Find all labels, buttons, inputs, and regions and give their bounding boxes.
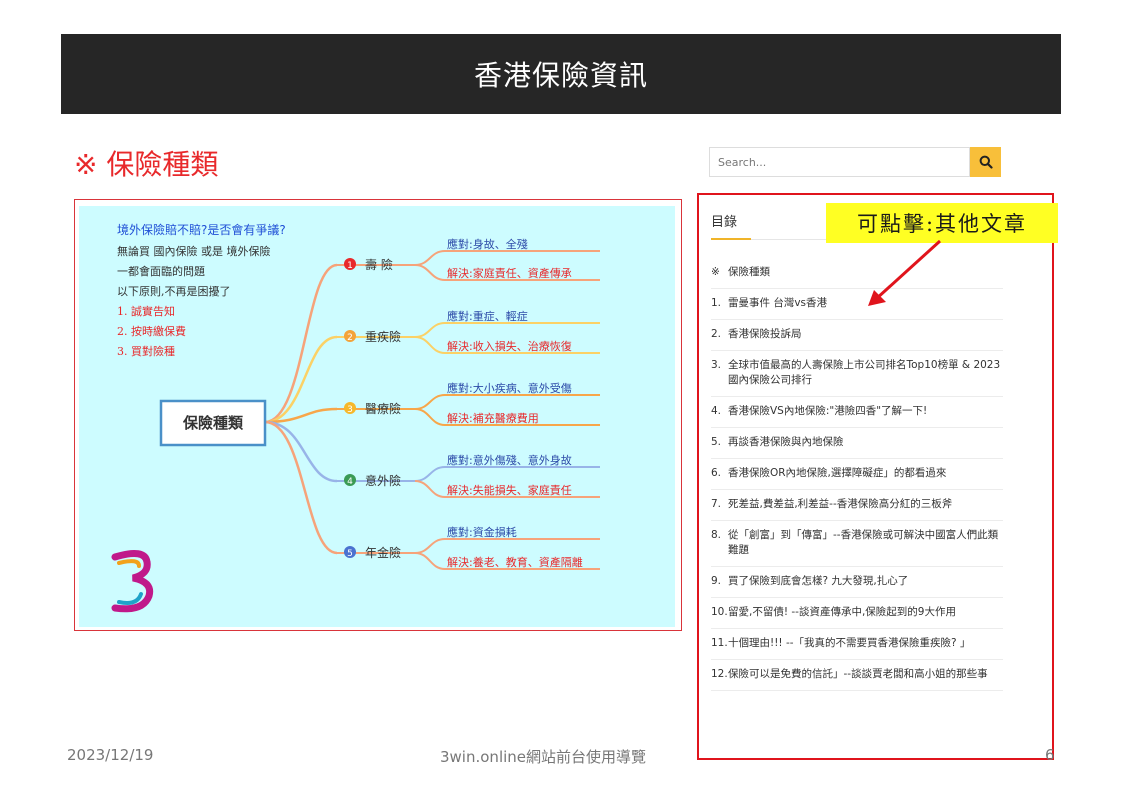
branch-solve: 解決:養老、教育、資產隔離 xyxy=(447,555,583,569)
branch-cope: 應對:重症、輕症 xyxy=(447,309,528,323)
toc-item[interactable]: 3. 全球市值最高的人壽保險上市公司排名Top10榜單 & 2023國內保險公司排… xyxy=(711,351,1003,397)
toc-item[interactable]: ※ 保險種類 xyxy=(711,258,1003,289)
mindmap-center: 保險種類 xyxy=(182,414,244,432)
toc-item[interactable]: 6. 香港保險OR內地保險,選擇障礙症」的都看過來 xyxy=(711,459,1003,490)
toc-item[interactable]: 5. 再談香港保險與內地保險 xyxy=(711,428,1003,459)
search-button[interactable] xyxy=(970,147,1001,177)
banner-title: 香港保險資訊 xyxy=(473,59,648,92)
branch-name: 醫療險 xyxy=(365,401,401,416)
branch-cope: 應對:大小疾病、意外受傷 xyxy=(447,381,572,395)
branch-name: 意外險 xyxy=(365,473,401,488)
search-input[interactable]: Search... xyxy=(709,147,970,177)
mindmap-principle: 1. 誠實告知 xyxy=(117,304,175,318)
branch-name: 重疾險 xyxy=(365,329,401,344)
mindmap-question: 境外保險賠不賠?是否會有爭議? xyxy=(117,222,286,237)
page-banner: 香港保險資訊 xyxy=(61,34,1061,114)
search-bar: Search... xyxy=(709,147,1001,177)
branch-cope: 應對:意外傷殘、意外身故 xyxy=(447,453,572,467)
toc-title: 目錄 xyxy=(711,215,738,230)
mindmap-principle: 2. 按時繳保費 xyxy=(117,324,186,338)
page-number: 6 xyxy=(1045,746,1055,764)
branch-cope: 應對:身故、全殘 xyxy=(447,237,528,251)
branch-solve: 解決:補充醫療費用 xyxy=(447,411,539,425)
toc-item[interactable]: 7. 死差益,費差益,利差益--香港保險高分紅的三板斧 xyxy=(711,490,1003,521)
mindmap-principle: 3. 買對險種 xyxy=(117,344,175,358)
svg-text:5: 5 xyxy=(347,549,353,559)
toc-item[interactable]: 10. 留愛,不留債! --談資產傳承中,保險起到的9大作用 xyxy=(711,598,1003,629)
toc-item[interactable]: 8. 從「創富」到「傳富」--香港保險或可解決中國富人們此類難題 xyxy=(711,521,1003,567)
branch-name: 壽 險 xyxy=(365,257,393,272)
branch-cope: 應對:資金損耗 xyxy=(447,525,517,539)
mindmap-intro-line: 以下原則,不再是困擾了 xyxy=(117,284,231,298)
svg-text:1: 1 xyxy=(347,261,353,271)
toc-title-underline xyxy=(711,238,751,240)
toc-item[interactable]: 12. 保險可以是免費的信託」--談談賈老闆和高小姐的那些事 xyxy=(711,660,1003,691)
toc-item[interactable]: 4. 香港保險VS內地保險:"港險四香"了解一下! xyxy=(711,397,1003,428)
branch-solve: 解決:收入損失、治療恢復 xyxy=(447,339,572,353)
svg-text:2: 2 xyxy=(347,333,353,343)
branch-name: 年金險 xyxy=(365,545,401,560)
toc-item[interactable]: 9. 買了保險到底會怎樣? 九大發現,扎心了 xyxy=(711,567,1003,598)
toc-item[interactable]: 1. 雷曼事件 台灣vs香港 xyxy=(711,289,1003,320)
mindmap-intro-line: 一都會面臨的問題 xyxy=(117,264,205,278)
svg-text:4: 4 xyxy=(347,477,353,487)
branch-solve: 解決:家庭責任、資產傳承 xyxy=(447,266,572,280)
toc-item[interactable]: 11. 十個理由!!! --「我真的不需要買香港保險重疾險? 」 xyxy=(711,629,1003,660)
toc-item[interactable]: 2. 香港保險投訴局 xyxy=(711,320,1003,351)
callout-arrow-icon xyxy=(868,239,942,306)
toc-list: ※ 保險種類 1. 雷曼事件 台灣vs香港 2. 香港保險投訴局 3. 全球市值最高的人… xyxy=(711,258,1003,691)
footer-date: 2023/12/19 xyxy=(67,746,154,764)
insurance-mindmap: 境外保險賠不賠?是否會有爭議? 無論買 國內保險 或是 境外保險 一都會面臨的問… xyxy=(74,199,682,631)
footer-title: 3win.online網站前台使用導覽 xyxy=(440,748,647,766)
svg-text:3: 3 xyxy=(347,405,353,415)
search-icon xyxy=(979,155,993,169)
branch-solve: 解決:失能損失、家庭責任 xyxy=(447,483,572,497)
mindmap-intro-line: 無論買 國內保險 或是 境外保險 xyxy=(117,244,271,258)
section-title: ※ 保險種類 xyxy=(74,148,219,181)
